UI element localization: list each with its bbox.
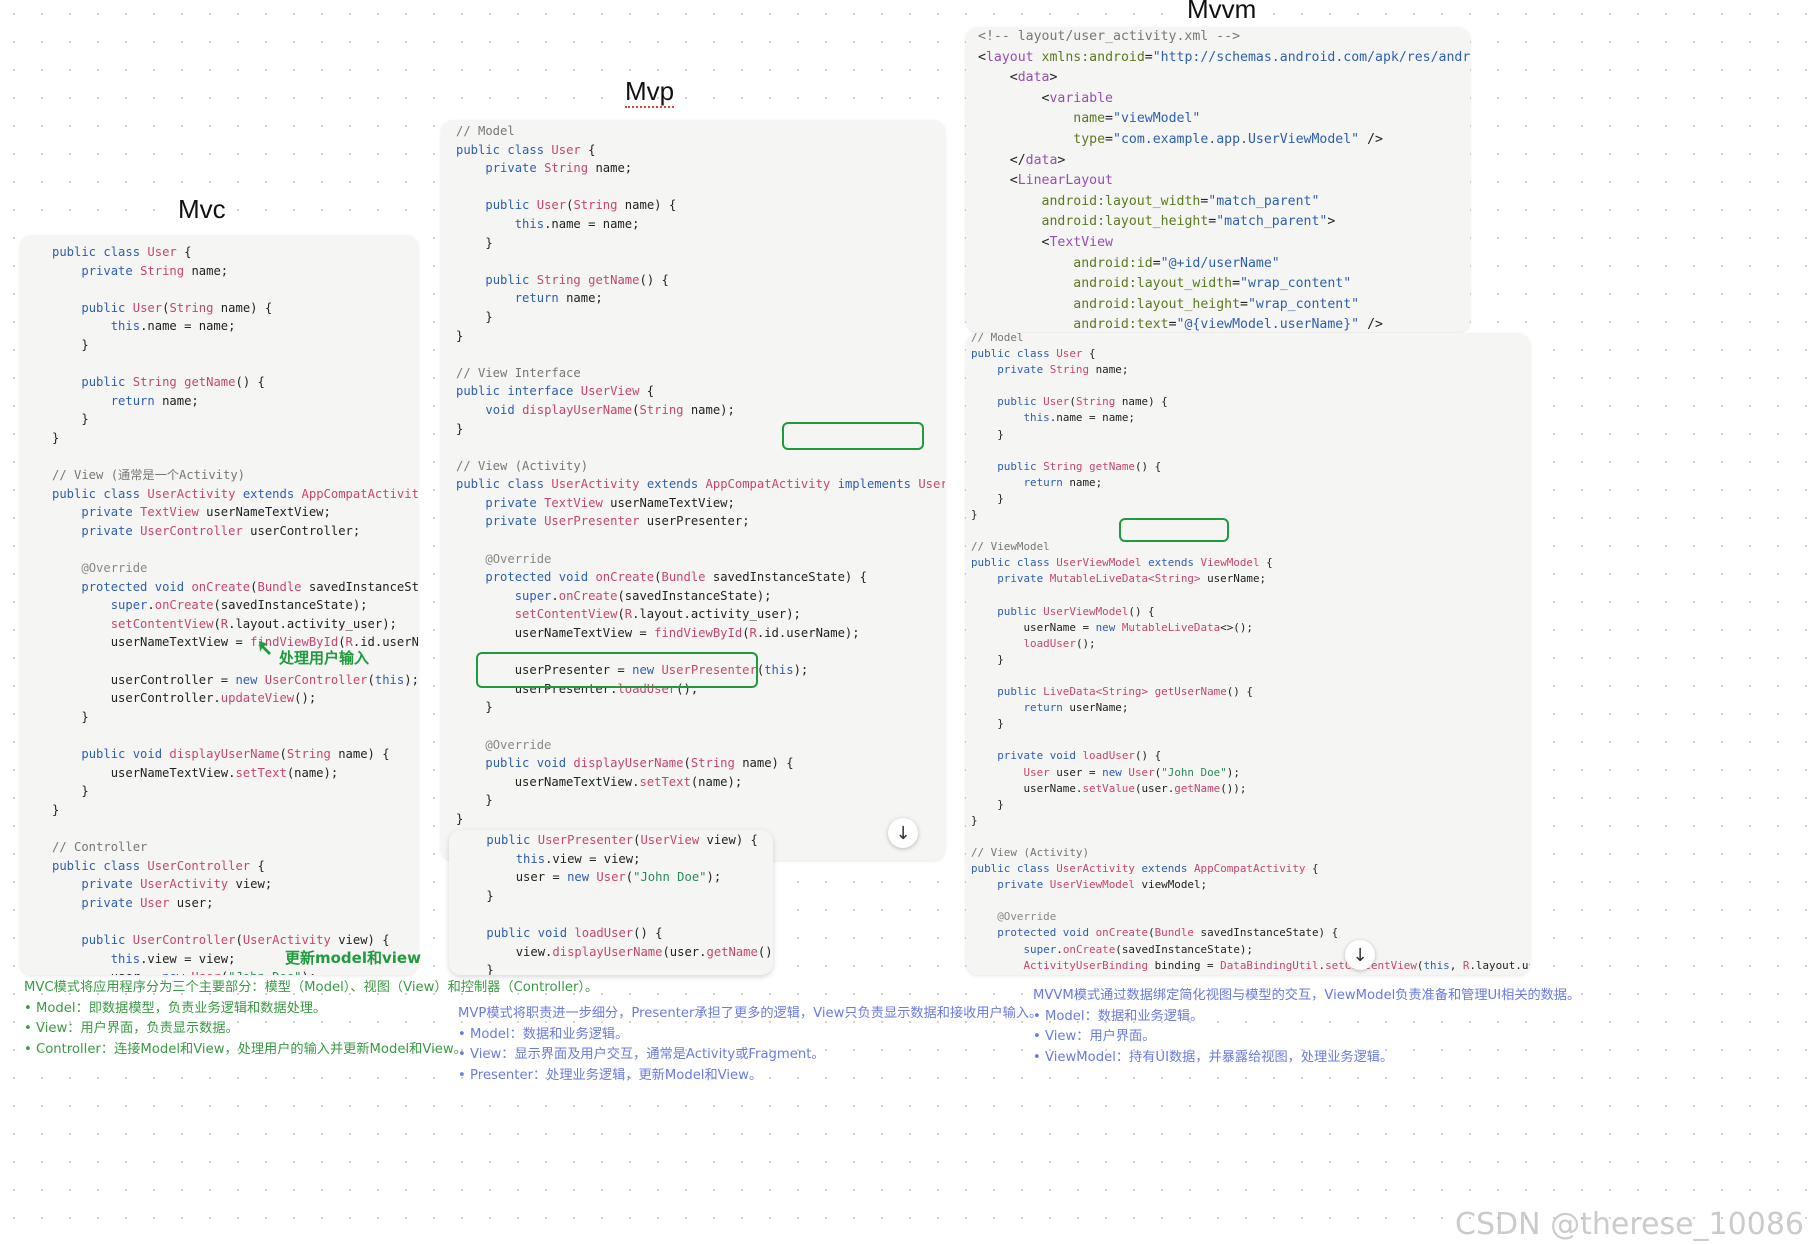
mvvm-description-item: Model：数据和业务逻辑。: [1033, 1007, 1580, 1028]
mvvm-extends-highlight: [1119, 518, 1229, 542]
mvvm-xml-card: <!-- layout/user_activity.xml --> <layou…: [966, 27, 1470, 332]
mvp-title-text: Mvp: [625, 76, 675, 108]
mvvm-title: Mvvm: [1187, 0, 1257, 24]
mvp-description-item: Presenter：处理业务逻辑，更新Model和View。: [458, 1066, 1042, 1087]
mvvm-description-intro: MVVM模式通过数据绑定简化视图与模型的交互，ViewModel负责准备和管理U…: [1033, 988, 1581, 1003]
arrow-down-icon[interactable]: ↓: [888, 818, 918, 848]
mvvm-xml-code: <!-- layout/user_activity.xml --> <layou…: [978, 29, 1470, 332]
mvvm-java-card: // Model public class User { private Str…: [966, 333, 1530, 975]
mvvm-description-item: View：用户界面。: [1033, 1027, 1580, 1048]
mvc-note-update: 更新model和view: [285, 949, 421, 967]
arrow-down-icon[interactable]: ↓: [1345, 940, 1375, 970]
mvp-description-item: View：显示界面及用户交互，通常是Activity或Fragment。: [458, 1045, 1042, 1066]
mvc-code-card: public class User { private String name;…: [20, 235, 418, 975]
mvp-description-intro: MVP模式将职责进一步细分，Presenter承担了更多的逻辑，View只负责显…: [458, 1006, 1043, 1021]
csdn-watermark: CSDN @therese_10086: [1455, 1207, 1804, 1242]
mvc-description-intro: MVC模式将应用程序分为三个主要部分：模型（Model）、视图（View）和控制…: [24, 980, 599, 995]
mvc-title: Mvc: [178, 194, 226, 224]
mvp-code-card-overflow: public UserPresenter(UserView view) { th…: [449, 830, 773, 975]
mvp-implements-highlight: [782, 422, 924, 450]
mvvm-description-item: ViewModel：持有UI数据，并暴露给视图，处理业务逻辑。: [1033, 1048, 1580, 1069]
mvp-override-highlight: [476, 652, 758, 688]
mvp-code: // Model public class User { private Str…: [456, 124, 945, 860]
mvvm-description: MVVM模式通过数据绑定简化视图与模型的交互，ViewModel负责准备和管理U…: [1033, 986, 1580, 1068]
mvp-title: Mvp: [625, 76, 675, 108]
mvp-code-card: // Model public class User { private Str…: [441, 120, 945, 860]
mvc-note-input: 处理用户输入: [279, 649, 370, 667]
mvp-description-item: Model：数据和业务逻辑。: [458, 1025, 1042, 1046]
arrow-up-left-icon: [259, 641, 271, 655]
mvp-code-overflow: public UserPresenter(UserView view) { th…: [486, 833, 773, 975]
mvvm-java-code: // Model public class User { private Str…: [971, 333, 1530, 972]
mvp-description: MVP模式将职责进一步细分，Presenter承担了更多的逻辑，View只负责显…: [458, 1004, 1042, 1086]
mvc-code: public class User { private String name;…: [52, 245, 418, 975]
